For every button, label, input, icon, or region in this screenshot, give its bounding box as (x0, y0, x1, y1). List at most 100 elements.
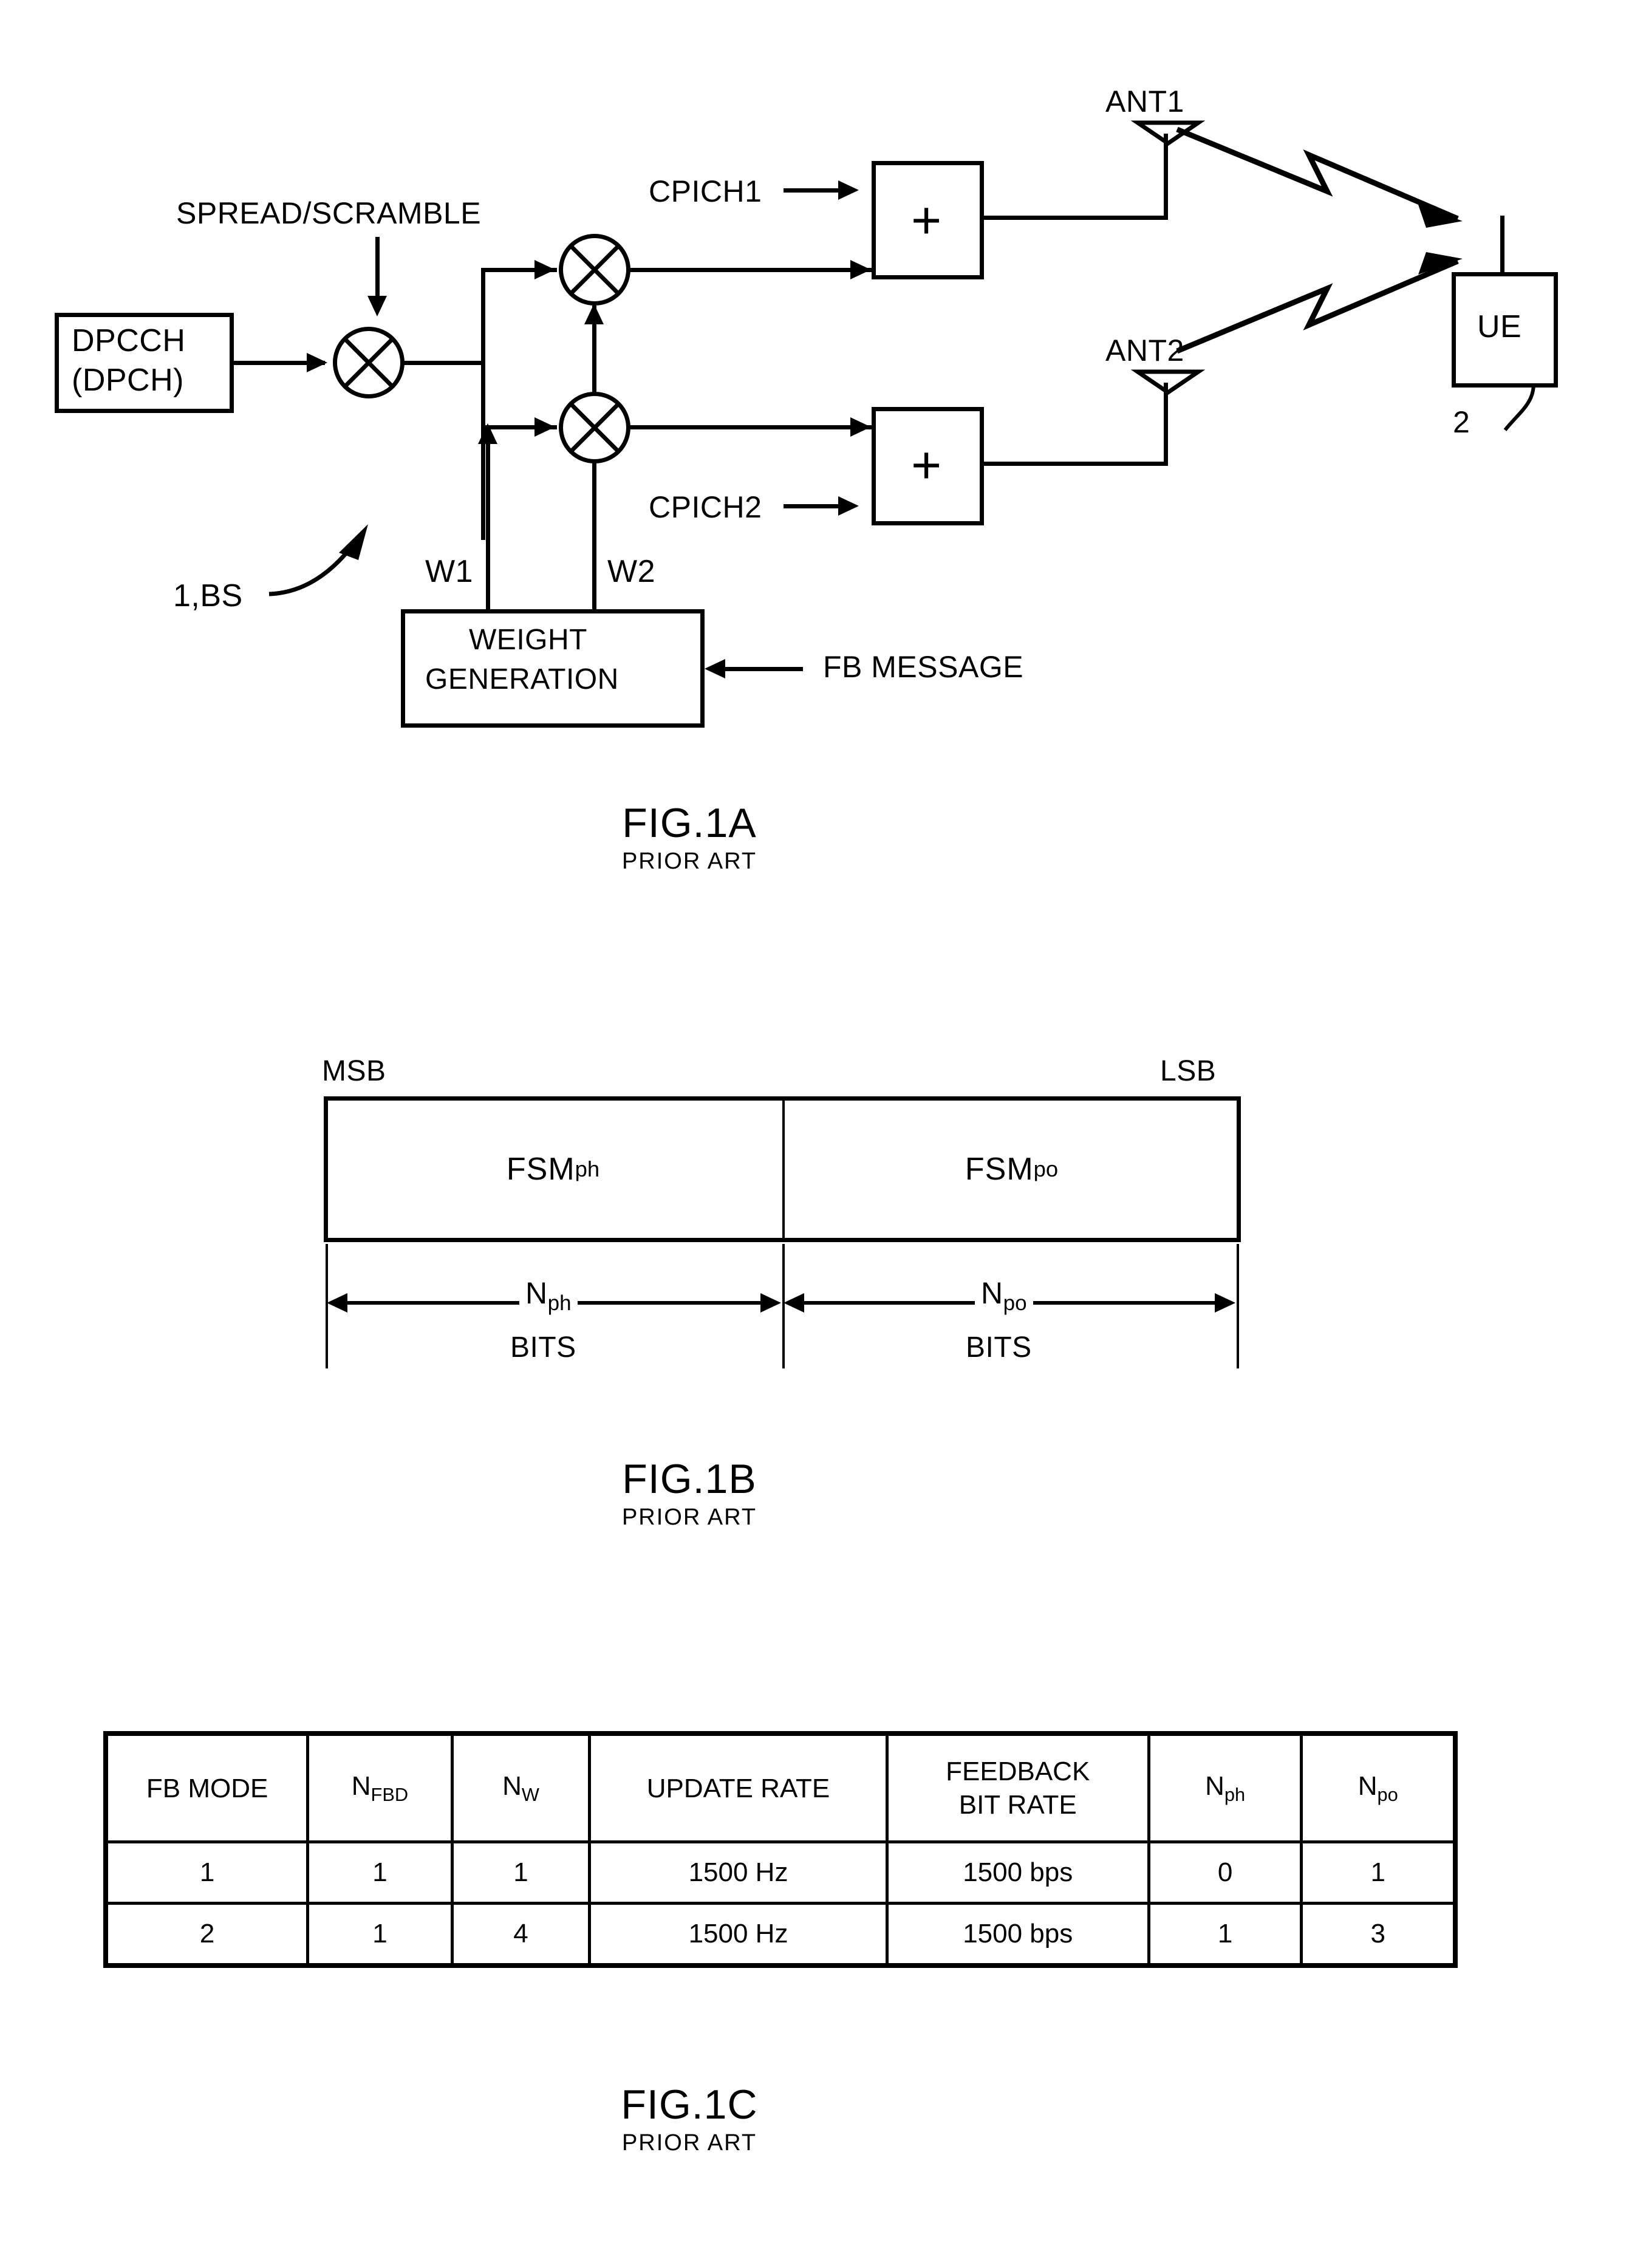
cpich1-arrowhead (838, 180, 859, 200)
figure-1b: MSB LSB FSM ph FSM po Nph BITS Npo BITS … (0, 1020, 1646, 1646)
column-header-n-fbd: NFBD (306, 1732, 454, 1843)
ue-label: UE (1477, 309, 1522, 344)
header-text-n-fbd: N (351, 1771, 371, 1802)
w1-label: W1 (425, 554, 473, 589)
weight-generation-label-line2: GENERATION (425, 663, 619, 695)
cpich1-label: CPICH1 (649, 174, 762, 208)
w1-feed-arrowhead (478, 423, 497, 444)
header-text-fb-mode: FB MODE (146, 1773, 268, 1803)
fsm-po-cell: FSM po (782, 1096, 1241, 1242)
column-header-update-rate: UPDATE RATE (588, 1732, 889, 1843)
cell-update-rate: 1500 Hz (588, 1902, 889, 1967)
lsb-label: LSB (1160, 1055, 1217, 1087)
spread-scramble-arrowhead (367, 296, 387, 316)
cell-feedback-bit-rate: 1500 bps (885, 1840, 1150, 1905)
cell-n-fbd: 1 (306, 1840, 454, 1905)
cell-n-ph: 0 (1147, 1840, 1303, 1905)
weight-generation-label-line1: WEIGHT (469, 624, 587, 656)
figure-1a-number: FIG.1A (622, 800, 757, 846)
header-text-feedback-line1: FEEDBACK (946, 1757, 1090, 1786)
antenna1-adder-plus-symbol: + (911, 191, 942, 250)
npo-dimension-left-arrowhead (784, 1293, 804, 1313)
ue-antenna-stub (1500, 216, 1504, 276)
table-header: FB MODE NFBD NW UPDATE RATE FEEDBACK BIT… (104, 1732, 1457, 1843)
fb-message-label: FB MESSAGE (823, 650, 1024, 684)
cpich2-arrowhead (838, 496, 859, 516)
ue-reference-number: 2 (1453, 405, 1470, 439)
nph-label-base: N (525, 1276, 548, 1310)
fsm-po-label: FSM (965, 1152, 1034, 1187)
column-header-n-ph: Nph (1147, 1732, 1303, 1843)
lower-mixer-to-adder2-arrowhead (850, 417, 871, 437)
spread-scramble-mixer (333, 327, 405, 398)
table-row: 2 1 4 1500 Hz 1500 bps 1 3 (104, 1902, 1457, 1967)
cpich2-label: CPICH2 (649, 490, 762, 524)
npo-label-base: N (981, 1276, 1003, 1310)
cell-n-fbd: 1 (306, 1902, 454, 1967)
dpcch-label-line1: DPCCH (72, 323, 186, 358)
msb-label: MSB (322, 1055, 386, 1087)
cell-update-rate: 1500 Hz (588, 1840, 889, 1905)
signal-split-bus (481, 268, 485, 540)
npo-label-subscript: po (1003, 1291, 1027, 1315)
w2-label: W2 (607, 554, 655, 589)
spread-scramble-label: SPREAD/SCRAMBLE (176, 196, 482, 230)
bs-reference-arrow (268, 524, 368, 596)
column-header-n-po: Npo (1300, 1732, 1457, 1843)
nph-dimension-right-arrowhead (760, 1293, 781, 1313)
figure-1b-caption: FIG.1B PRIOR ART (519, 1456, 859, 1531)
fsm-ph-label: FSM (506, 1152, 575, 1187)
nph-dimension-left-arrowhead (327, 1293, 347, 1313)
header-text-n-w: N (502, 1771, 522, 1802)
header-sub-n-fbd: FBD (371, 1784, 409, 1806)
ant2-icon (1130, 369, 1206, 395)
dpcch-label-line2: (DPCH) (72, 363, 184, 398)
bus-to-upper-mixer-arrowhead (534, 260, 555, 279)
ant1-mast-line (1164, 134, 1168, 219)
adder2-to-ant2-line (984, 462, 1168, 466)
upper-mixer-to-adder1-arrowhead (850, 260, 871, 279)
cell-feedback-bit-rate: 1500 bps (885, 1902, 1150, 1967)
npo-bits-label: BITS (966, 1331, 1032, 1364)
cell-n-w: 1 (450, 1840, 592, 1905)
bs-reference-label: 1,BS (173, 578, 243, 613)
antenna2-adder-plus-symbol: + (911, 436, 942, 494)
cell-n-w: 4 (450, 1902, 592, 1967)
cell-n-po: 1 (1300, 1840, 1457, 1905)
header-text-n-po: N (1357, 1771, 1378, 1802)
fsm-ph-subscript: ph (575, 1156, 600, 1181)
cell-n-po: 3 (1300, 1902, 1457, 1967)
cell-n-ph: 1 (1147, 1902, 1303, 1967)
adder1-to-ant1-line (984, 216, 1168, 220)
figure-1b-prior-art: PRIOR ART (621, 1505, 757, 1531)
figure-1a-prior-art: PRIOR ART (621, 849, 757, 875)
antenna1-weight-mixer (559, 234, 630, 306)
figure-1c-caption: FIG.1C PRIOR ART (519, 2083, 859, 2156)
nph-bits-label: BITS (510, 1331, 576, 1364)
fsm-ph-cell: FSM ph (324, 1096, 782, 1242)
column-header-n-w: NW (450, 1732, 592, 1843)
table-body: 1 1 1 1500 Hz 1500 bps 0 1 2 1 4 1500 Hz… (104, 1840, 1457, 1967)
table-row: 1 1 1 1500 Hz 1500 bps 0 1 (104, 1840, 1457, 1905)
header-text-feedback-line2: BIT RATE (958, 1790, 1077, 1820)
figure-1b-number: FIG.1B (622, 1456, 757, 1502)
bus-to-lower-mixer-arrowhead (534, 417, 555, 437)
table-header-row: FB MODE NFBD NW UPDATE RATE FEEDBACK BIT… (104, 1732, 1457, 1843)
npo-dimension-right-arrowhead (1215, 1293, 1235, 1313)
antenna2-weight-mixer (559, 392, 630, 463)
header-sub-n-po: po (1377, 1784, 1398, 1806)
figure-1a: SPREAD/SCRAMBLE DPCCH (DPCH) CPICH1 + CP… (0, 0, 1646, 948)
figure-1a-caption: FIG.1A PRIOR ART (519, 800, 859, 875)
header-text-n-ph: N (1205, 1771, 1224, 1802)
ue-reference-leader (1503, 383, 1535, 431)
header-text-update-rate: UPDATE RATE (646, 1773, 830, 1803)
upper-mixer-to-adder1-line (629, 268, 872, 272)
fsm-po-subscript: po (1033, 1156, 1059, 1181)
header-sub-n-ph: ph (1224, 1784, 1246, 1806)
dim-extension-line-right (1237, 1244, 1239, 1368)
column-header-feedback-bit-rate: FEEDBACK BIT RATE (885, 1732, 1150, 1843)
nph-label-subscript: ph (547, 1291, 572, 1315)
dpcch-to-mixer0-arrowhead (307, 353, 327, 372)
ant2-to-ue-propagation-arrow (1176, 252, 1463, 354)
ant2-mast-line (1164, 383, 1168, 466)
